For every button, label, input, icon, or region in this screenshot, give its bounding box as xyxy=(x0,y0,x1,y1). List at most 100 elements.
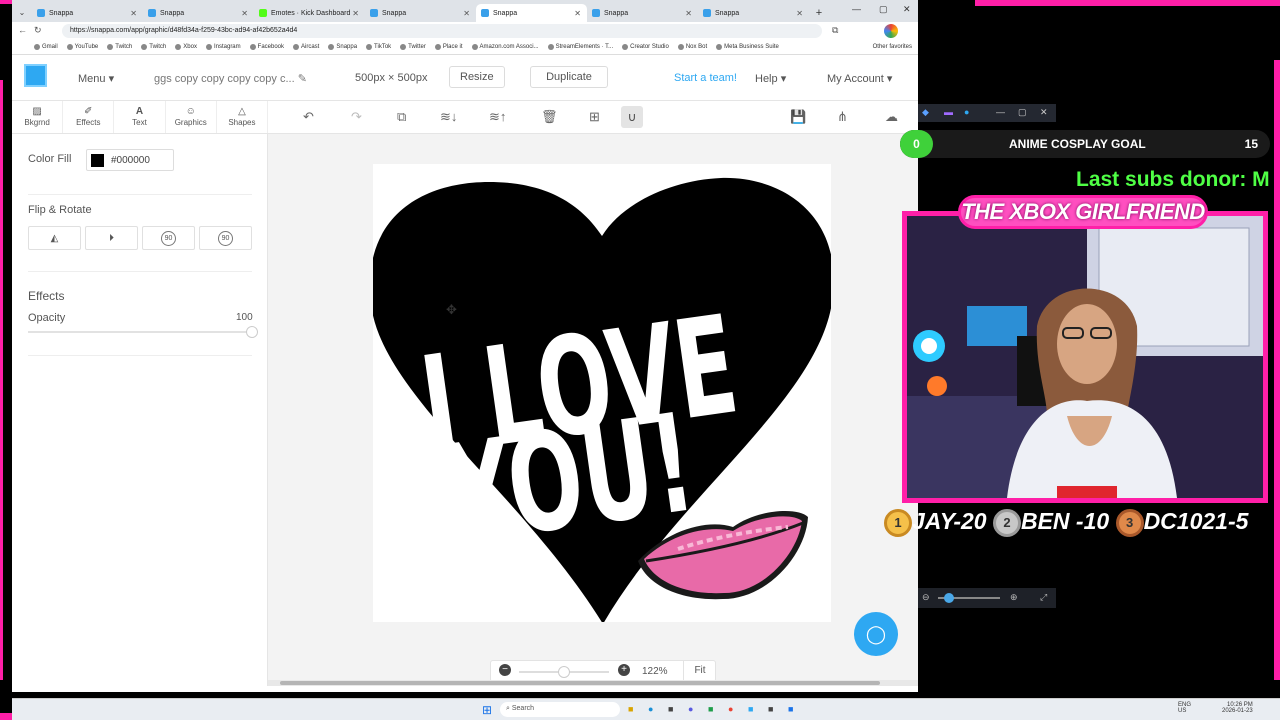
fit-button[interactable]: Fit xyxy=(683,661,716,681)
app-icon[interactable]: ■ xyxy=(708,704,713,714)
camera-zoom-slider[interactable] xyxy=(938,593,1000,603)
close-icon[interactable]: ✕ xyxy=(1040,107,1048,118)
help-menu[interactable]: Help ▾ xyxy=(755,72,786,85)
edge-icon[interactable]: ● xyxy=(648,704,653,714)
close-icon[interactable]: ✕ xyxy=(241,9,248,18)
share-icon[interactable]: ⋔ xyxy=(837,109,848,125)
reload-icon[interactable]: ↻ xyxy=(34,25,42,36)
zoom-in-icon[interactable]: + xyxy=(618,664,630,676)
opacity-slider[interactable] xyxy=(28,326,258,338)
tab-snappa[interactable]: Snappa ✕ xyxy=(143,4,254,22)
back-icon[interactable]: ← xyxy=(18,25,27,35)
tab-snappa[interactable]: Snappa ✕ xyxy=(698,4,809,22)
discord-icon[interactable]: ● xyxy=(688,704,693,714)
new-tab-button[interactable]: + xyxy=(809,4,829,22)
app-icon[interactable]: ■ xyxy=(788,704,793,714)
download-icon[interactable]: ☁ xyxy=(885,109,898,125)
bookmark-item[interactable]: YouTube xyxy=(66,44,98,50)
obs-icon[interactable]: ◆ xyxy=(922,107,929,118)
address-bar[interactable]: https://snappa.com/app/graphic/d48fd34a-… xyxy=(62,24,822,38)
design-name[interactable]: ggs copy copy copy copy c... ✎ xyxy=(154,72,307,85)
pencil-icon[interactable]: ✎ xyxy=(298,73,307,85)
bookmark-item[interactable]: Twitter xyxy=(400,44,426,50)
close-icon[interactable]: ✕ xyxy=(574,9,581,18)
color-fill-picker[interactable]: #000000 xyxy=(86,149,174,171)
zoom-in-icon[interactable]: ⊕ xyxy=(1010,592,1018,603)
bookmark-item[interactable]: Nox Bot xyxy=(677,44,707,50)
tab-snappa[interactable]: Snappa ✕ xyxy=(365,4,476,22)
grid-icon[interactable]: ⊞ xyxy=(589,109,600,125)
windows-start-icon[interactable]: ⊞ xyxy=(482,703,492,717)
obs-app-icon[interactable]: ▬ xyxy=(944,107,953,117)
slider-handle[interactable] xyxy=(944,593,954,603)
bookmark-item[interactable]: StreamElements · T... xyxy=(547,44,613,50)
minimize-icon[interactable]: — xyxy=(996,107,1005,117)
system-clock[interactable]: 10:26 PM 2026-01-23 xyxy=(1222,702,1253,714)
start-team-link[interactable]: Start a team! xyxy=(674,72,737,84)
tab-snappa[interactable]: Snappa ✕ xyxy=(587,4,698,22)
zoom-out-icon[interactable]: ⊖ xyxy=(922,592,930,603)
duplicate-icon[interactable]: ⧉ xyxy=(397,109,406,125)
design-artboard[interactable]: I LOVE YOU! xyxy=(373,164,831,622)
app-icon[interactable]: ■ xyxy=(748,704,753,714)
close-icon[interactable]: ✕ xyxy=(352,9,359,18)
account-menu[interactable]: My Account ▾ xyxy=(827,72,892,85)
rotate-left-button[interactable]: 90 xyxy=(142,226,195,250)
bookmark-item[interactable]: Twitch xyxy=(107,44,132,50)
file-explorer-icon[interactable]: ■ xyxy=(628,704,633,714)
maximize-icon[interactable]: ▢ xyxy=(1018,107,1027,118)
obs-app-icon[interactable]: ● xyxy=(964,107,969,117)
close-icon[interactable]: ✕ xyxy=(796,9,803,18)
tool-background[interactable]: ▨ Bkgrnd xyxy=(12,101,64,133)
tool-graphics[interactable]: ☺ Graphics xyxy=(166,101,217,133)
bookmark-item[interactable]: Place it xyxy=(434,44,463,50)
tool-shapes[interactable]: △ Shapes xyxy=(217,101,269,133)
profile-avatar-icon[interactable] xyxy=(884,24,898,38)
tool-text[interactable]: A Text xyxy=(114,101,166,133)
snap-magnet-button[interactable]: ∪ xyxy=(621,106,643,128)
other-bookmarks[interactable]: Other favorites xyxy=(873,44,918,50)
bookmark-item[interactable]: Xbox xyxy=(175,44,197,50)
bookmark-item[interactable]: Snappa xyxy=(328,44,357,50)
menu-button[interactable]: Menu ▾ xyxy=(78,72,114,85)
language-indicator[interactable]: ENG US xyxy=(1178,702,1191,714)
resize-button[interactable]: Resize xyxy=(449,66,505,88)
tab-snappa[interactable]: Snappa ✕ xyxy=(32,4,143,22)
close-icon[interactable]: ✕ xyxy=(463,9,470,18)
delete-icon[interactable]: 🗑 xyxy=(541,109,558,125)
help-chat-button[interactable]: ◯ xyxy=(854,612,898,656)
chrome-icon[interactable]: ● xyxy=(728,704,733,714)
flip-vertical-button[interactable]: ⏵ xyxy=(85,226,138,250)
bookmark-item[interactable]: Aircast xyxy=(293,44,319,50)
bookmark-item[interactable]: Twitch xyxy=(141,44,166,50)
bookmark-item[interactable]: Gmail xyxy=(34,44,58,50)
rotate-right-button[interactable]: 90 xyxy=(199,226,252,250)
close-icon[interactable]: ✕ xyxy=(130,9,137,18)
bookmark-item[interactable]: Creator Studio xyxy=(622,44,669,50)
duplicate-button[interactable]: Duplicate xyxy=(530,66,608,88)
app-icon[interactable]: ■ xyxy=(768,704,773,714)
zoom-slider-handle[interactable] xyxy=(558,666,570,678)
minimize-icon[interactable]: — xyxy=(852,4,861,14)
extensions-icon[interactable]: ⧉ xyxy=(832,25,838,36)
close-icon[interactable]: ✕ xyxy=(685,9,692,18)
maximize-icon[interactable]: ▢ xyxy=(879,4,888,15)
slider-handle[interactable] xyxy=(246,326,258,338)
zoom-out-icon[interactable]: − xyxy=(499,664,511,676)
zoom-slider[interactable] xyxy=(519,666,609,678)
bookmark-item[interactable]: Instagram xyxy=(205,44,241,50)
tool-effects[interactable]: ✐ Effects xyxy=(63,101,115,133)
bookmark-item[interactable]: Meta Business Suite xyxy=(716,44,779,50)
close-window-icon[interactable]: ✕ xyxy=(903,4,911,15)
tab-search-icon[interactable]: ⌄ xyxy=(12,4,32,22)
snappa-logo[interactable] xyxy=(24,64,47,87)
redo-icon[interactable]: ↷ xyxy=(351,109,362,125)
expand-icon[interactable]: ⤢ xyxy=(1040,592,1047,603)
flip-horizontal-button[interactable]: ◭ xyxy=(28,226,81,250)
save-icon[interactable]: 💾 xyxy=(790,109,806,125)
horizontal-scrollbar[interactable] xyxy=(268,680,918,686)
bookmark-item[interactable]: TikTok xyxy=(366,44,391,50)
tab-kick-dashboard[interactable]: Emotes · Kick Dashboard ✕ xyxy=(254,4,365,22)
bookmark-item[interactable]: Facebook xyxy=(249,44,284,50)
terminal-icon[interactable]: ■ xyxy=(668,704,673,714)
